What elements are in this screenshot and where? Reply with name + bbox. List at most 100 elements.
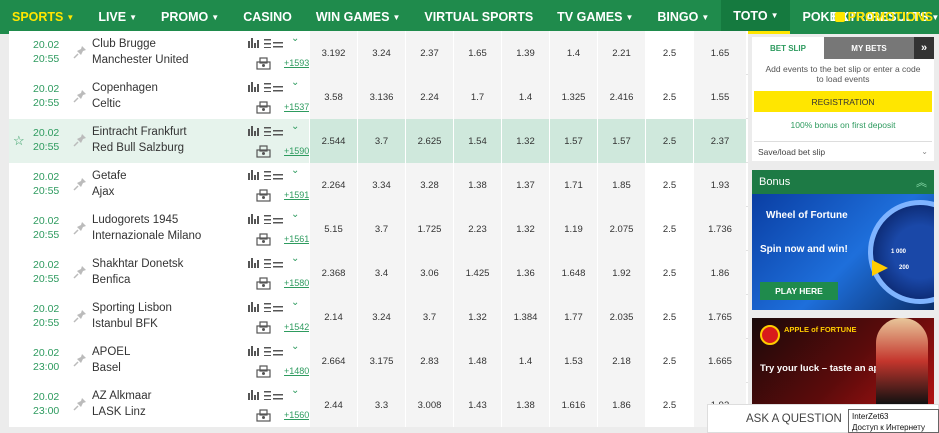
pin-icon[interactable] — [73, 177, 87, 191]
chevron-down-icon[interactable]: ⌄ — [291, 385, 299, 396]
wheel-of-fortune-banner[interactable]: 1 000 200 Wheel of Fortune Spin now and … — [752, 194, 934, 310]
more-markets-link[interactable]: +1542 — [284, 322, 309, 332]
odds-cell[interactable]: 3.24 — [357, 295, 405, 339]
pin-icon[interactable] — [73, 353, 87, 367]
odds-cell[interactable]: 1.725 — [405, 207, 453, 251]
nav-promotions[interactable]: PROMOTIONS — [834, 0, 933, 34]
table-row[interactable]: 20.02 20:55 Getafe Ajax ⌄ +1591 2.264 3.34 3.28 1… — [9, 163, 748, 207]
odds-cell[interactable]: 1.93 — [693, 163, 746, 207]
odds-cell[interactable]: 3.28 — [405, 163, 453, 207]
odds-cell[interactable]: 1.57 — [549, 119, 597, 163]
table-row[interactable]: ☆ 20.02 20:55 Eintracht Frankfurt Red Bull S… — [9, 119, 748, 163]
statistics-icon[interactable] — [248, 79, 284, 97]
table-row[interactable]: 20.02 23:00 AZ Alkmaar LASK Linz ⌄ +1560 2.44 3… — [9, 383, 748, 427]
expand-icon[interactable]: » — [914, 37, 934, 59]
event-teams[interactable]: Ludogorets 1945 Internazionale Milano — [92, 212, 201, 244]
bet-builder-icon[interactable] — [255, 276, 273, 295]
odds-cell[interactable]: 1.53 — [549, 339, 597, 383]
statistics-icon[interactable] — [248, 255, 284, 273]
chevron-down-icon[interactable]: ⌄ — [291, 341, 299, 352]
odds-cell[interactable]: 1.616 — [549, 383, 597, 427]
event-teams[interactable]: Shakhtar Donetsk Benfica — [92, 256, 183, 288]
pin-icon[interactable] — [73, 89, 87, 103]
chevron-down-icon[interactable]: ⌄ — [291, 253, 299, 264]
odds-cell[interactable]: 2.83 — [405, 339, 453, 383]
table-row[interactable]: 20.02 20:55 Sporting Lisbon Istanbul BFK ⌄ +1… — [9, 295, 748, 339]
odds-cell[interactable]: 1.19 — [549, 207, 597, 251]
odds-cell[interactable]: 1.648 — [549, 251, 597, 295]
odds-cell[interactable]: 2.14 — [309, 295, 357, 339]
chevron-down-icon[interactable]: ⌄ — [291, 165, 299, 176]
odds-cell[interactable]: 2.416 — [597, 75, 645, 119]
odds-cell[interactable]: 2.664 — [309, 339, 357, 383]
more-markets-link[interactable]: +1591 — [284, 190, 309, 200]
more-markets-link[interactable]: +1561 — [284, 234, 309, 244]
bet-builder-icon[interactable] — [255, 188, 273, 207]
event-teams[interactable]: Getafe Ajax — [92, 168, 127, 200]
odds-cell[interactable]: 1.77 — [549, 295, 597, 339]
odds-cell[interactable]: 3.7 — [357, 119, 405, 163]
odds-cell[interactable]: 3.3 — [357, 383, 405, 427]
bet-builder-icon[interactable] — [255, 408, 273, 427]
more-markets-link[interactable]: +1537 — [284, 102, 309, 112]
pin-icon[interactable] — [73, 265, 87, 279]
odds-cell[interactable]: 2.625 — [405, 119, 453, 163]
odds-cell[interactable]: 3.136 — [357, 75, 405, 119]
odds-cell[interactable]: 1.32 — [501, 119, 549, 163]
first-deposit-bonus[interactable]: 100% bonus on first deposit — [752, 120, 934, 130]
bet-builder-icon[interactable] — [255, 56, 273, 75]
nav-item-casino[interactable]: CASINO — [231, 0, 304, 34]
more-markets-link[interactable]: +1560 — [284, 410, 309, 420]
event-teams[interactable]: Copenhagen Celtic — [92, 80, 158, 112]
collapse-icon[interactable]: ︽ — [916, 174, 927, 190]
chevron-down-icon[interactable]: ⌄ — [291, 297, 299, 308]
nav-item-live[interactable]: LIVE ▼ — [86, 0, 149, 34]
table-row[interactable]: 20.02 23:00 APOEL Basel ⌄ +1480 2.664 3.175 2.83… — [9, 339, 748, 383]
odds-cell[interactable]: 2.44 — [309, 383, 357, 427]
odds-cell[interactable]: 5.15 — [309, 207, 357, 251]
odds-cell[interactable]: 2.264 — [309, 163, 357, 207]
odds-cell[interactable]: 3.4 — [357, 251, 405, 295]
event-teams[interactable]: Sporting Lisbon Istanbul BFK — [92, 300, 172, 332]
odds-cell[interactable]: 1.71 — [549, 163, 597, 207]
odds-cell[interactable]: 3.7 — [357, 207, 405, 251]
odds-cell[interactable]: 3.06 — [405, 251, 453, 295]
odds-cell[interactable]: 1.384 — [501, 295, 549, 339]
chevron-down-icon[interactable]: ⌄ — [291, 33, 299, 44]
odds-cell[interactable]: 1.32 — [501, 207, 549, 251]
apple-of-fortune-banner[interactable]: APPLE of FORTUNE Try your luck – taste a… — [752, 318, 934, 404]
odds-cell[interactable]: 1.7 — [453, 75, 501, 119]
event-teams[interactable]: AZ Alkmaar LASK Linz — [92, 388, 151, 420]
odds-cell[interactable]: 2.18 — [597, 339, 645, 383]
odds-cell[interactable]: 1.92 — [597, 251, 645, 295]
odds-cell[interactable]: 1.43 — [453, 383, 501, 427]
chevron-down-icon[interactable]: ⌄ — [291, 209, 299, 220]
odds-cell[interactable]: 1.665 — [693, 339, 746, 383]
odds-cell[interactable]: 1.32 — [453, 295, 501, 339]
odds-cell[interactable]: 1.55 — [693, 75, 746, 119]
nav-item-virtual-sports[interactable]: VIRTUAL SPORTS — [412, 0, 545, 34]
odds-cell[interactable]: 1.39 — [501, 31, 549, 75]
more-markets-link[interactable]: +1593 — [284, 58, 309, 68]
nav-item-promo[interactable]: PROMO ▼ — [149, 0, 231, 34]
pin-icon[interactable] — [73, 309, 87, 323]
odds-cell[interactable]: 1.85 — [597, 163, 645, 207]
odds-cell[interactable]: 2.544 — [309, 119, 357, 163]
chevron-down-icon[interactable]: ⌄ — [291, 77, 299, 88]
nav-item-tv-games[interactable]: TV GAMES ▼ — [545, 0, 645, 34]
statistics-icon[interactable] — [248, 35, 284, 53]
odds-cell[interactable]: 3.7 — [405, 295, 453, 339]
pin-icon[interactable] — [73, 397, 87, 411]
odds-cell[interactable]: 1.54 — [453, 119, 501, 163]
registration-button[interactable]: REGISTRATION — [754, 91, 932, 112]
pin-icon[interactable] — [73, 45, 87, 59]
statistics-icon[interactable] — [248, 211, 284, 229]
odds-cell[interactable]: 3.175 — [357, 339, 405, 383]
tab-my-bets[interactable]: MY BETS — [824, 37, 914, 59]
statistics-icon[interactable] — [248, 167, 284, 185]
table-row[interactable]: 20.02 20:55 Club Brugge Manchester United ⌄ +… — [9, 31, 748, 75]
odds-cell[interactable]: 2.37 — [405, 31, 453, 75]
table-row[interactable]: 20.02 20:55 Ludogorets 1945 Internazionale … — [9, 207, 748, 251]
nav-item-bingo[interactable]: BINGO ▼ — [645, 0, 721, 34]
odds-cell[interactable]: 1.325 — [549, 75, 597, 119]
